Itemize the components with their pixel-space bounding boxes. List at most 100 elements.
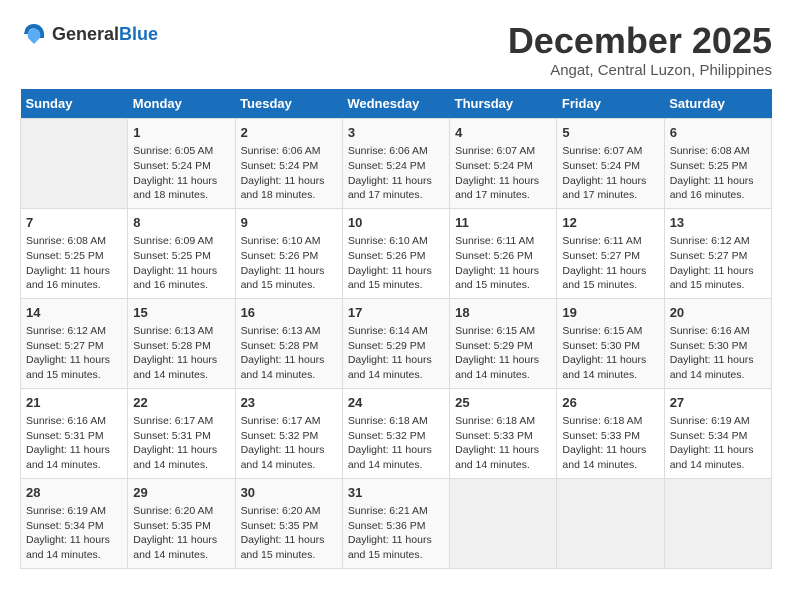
- calendar-cell: 31 Sunrise: 6:21 AMSunset: 5:36 PMDayligh…: [342, 478, 449, 568]
- calendar-cell: 26 Sunrise: 6:18 AMSunset: 5:33 PMDayligh…: [557, 388, 664, 478]
- day-info: Sunrise: 6:16 AMSunset: 5:31 PMDaylight:…: [26, 414, 122, 473]
- calendar-cell: 4Sunrise: 6:07 AMSunset: 5:24 PMDaylight…: [450, 119, 557, 209]
- calendar-cell: 7Sunrise: 6:08 AMSunset: 5:25 PMDaylight…: [21, 208, 128, 298]
- day-number: 13: [670, 214, 766, 232]
- day-info: Sunrise: 6:07 AMSunset: 5:24 PMDaylight:…: [562, 144, 658, 203]
- week-row-5: 28 Sunrise: 6:19 AMSunset: 5:34 PMDayligh…: [21, 478, 772, 568]
- day-info: Sunrise: 6:13 AMSunset: 5:28 PMDaylight:…: [241, 324, 337, 383]
- week-row-3: 14 Sunrise: 6:12 AMSunset: 5:27 PMDayligh…: [21, 298, 772, 388]
- day-info: Sunrise: 6:20 AMSunset: 5:35 PMDaylight:…: [133, 504, 229, 563]
- calendar-cell: 9 Sunrise: 6:10 AMSunset: 5:26 PMDaylight…: [235, 208, 342, 298]
- day-number: 10: [348, 214, 444, 232]
- day-info: Sunrise: 6:06 AMSunset: 5:24 PMDaylight:…: [348, 144, 444, 203]
- calendar-cell: 5 Sunrise: 6:07 AMSunset: 5:24 PMDaylight…: [557, 119, 664, 209]
- day-number: 14: [26, 304, 122, 322]
- day-info: Sunrise: 6:11 AMSunset: 5:26 PMDaylight:…: [455, 234, 551, 293]
- title-area: December 2025 Angat, Central Luzon, Phil…: [508, 20, 772, 79]
- day-number: 1: [133, 124, 229, 142]
- calendar-cell: 12Sunrise: 6:11 AMSunset: 5:27 PMDayligh…: [557, 208, 664, 298]
- day-info: Sunrise: 6:15 AMSunset: 5:30 PMDaylight:…: [562, 324, 658, 383]
- day-info: Sunrise: 6:08 AMSunset: 5:25 PMDaylight:…: [670, 144, 766, 203]
- day-info: Sunrise: 6:11 AMSunset: 5:27 PMDaylight:…: [562, 234, 658, 293]
- logo: GeneralBlue: [20, 20, 158, 48]
- day-info: Sunrise: 6:05 AMSunset: 5:24 PMDaylight:…: [133, 144, 229, 203]
- day-number: 17: [348, 304, 444, 322]
- day-number: 15: [133, 304, 229, 322]
- day-number: 21: [26, 394, 122, 412]
- day-number: 26: [562, 394, 658, 412]
- calendar-cell: 30Sunrise: 6:20 AMSunset: 5:35 PMDayligh…: [235, 478, 342, 568]
- calendar-cell: 3 Sunrise: 6:06 AMSunset: 5:24 PMDaylight…: [342, 119, 449, 209]
- calendar-cell: 22Sunrise: 6:17 AMSunset: 5:31 PMDayligh…: [128, 388, 235, 478]
- day-number: 8: [133, 214, 229, 232]
- calendar-cell: 17 Sunrise: 6:14 AMSunset: 5:29 PMDayligh…: [342, 298, 449, 388]
- calendar-cell: 13 Sunrise: 6:12 AMSunset: 5:27 PMDayligh…: [664, 208, 771, 298]
- calendar-cell: 14 Sunrise: 6:12 AMSunset: 5:27 PMDayligh…: [21, 298, 128, 388]
- calendar-cell: 11 Sunrise: 6:11 AMSunset: 5:26 PMDayligh…: [450, 208, 557, 298]
- day-info: Sunrise: 6:17 AMSunset: 5:32 PMDaylight:…: [241, 414, 337, 473]
- day-info: Sunrise: 6:12 AMSunset: 5:27 PMDaylight:…: [670, 234, 766, 293]
- day-number: 20: [670, 304, 766, 322]
- calendar-cell: 28 Sunrise: 6:19 AMSunset: 5:34 PMDayligh…: [21, 478, 128, 568]
- logo-general-text: General: [52, 24, 119, 44]
- day-number: 24: [348, 394, 444, 412]
- day-header-tuesday: Tuesday: [235, 89, 342, 119]
- day-number: 2: [241, 124, 337, 142]
- subtitle: Angat, Central Luzon, Philippines: [508, 62, 772, 79]
- day-info: Sunrise: 6:18 AMSunset: 5:33 PMDaylight:…: [562, 414, 658, 473]
- day-header-sunday: Sunday: [21, 89, 128, 119]
- calendar-cell: 6Sunrise: 6:08 AMSunset: 5:25 PMDaylight…: [664, 119, 771, 209]
- calendar-cell: 24Sunrise: 6:18 AMSunset: 5:32 PMDayligh…: [342, 388, 449, 478]
- day-info: Sunrise: 6:16 AMSunset: 5:30 PMDaylight:…: [670, 324, 766, 383]
- day-info: Sunrise: 6:10 AMSunset: 5:26 PMDaylight:…: [348, 234, 444, 293]
- day-header-thursday: Thursday: [450, 89, 557, 119]
- day-number: 28: [26, 484, 122, 502]
- main-title: December 2025: [508, 20, 772, 62]
- calendar-cell: 8 Sunrise: 6:09 AMSunset: 5:25 PMDaylight…: [128, 208, 235, 298]
- calendar-cell: [450, 478, 557, 568]
- calendar-cell: 16Sunrise: 6:13 AMSunset: 5:28 PMDayligh…: [235, 298, 342, 388]
- calendar-cell: 15 Sunrise: 6:13 AMSunset: 5:28 PMDayligh…: [128, 298, 235, 388]
- calendar-cell: 27 Sunrise: 6:19 AMSunset: 5:34 PMDayligh…: [664, 388, 771, 478]
- day-number: 3: [348, 124, 444, 142]
- day-info: Sunrise: 6:13 AMSunset: 5:28 PMDaylight:…: [133, 324, 229, 383]
- day-number: 31: [348, 484, 444, 502]
- day-info: Sunrise: 6:06 AMSunset: 5:24 PMDaylight:…: [241, 144, 337, 203]
- logo-icon: [20, 20, 48, 48]
- calendar-cell: [557, 478, 664, 568]
- day-info: Sunrise: 6:14 AMSunset: 5:29 PMDaylight:…: [348, 324, 444, 383]
- calendar-cell: 25Sunrise: 6:18 AMSunset: 5:33 PMDayligh…: [450, 388, 557, 478]
- day-number: 29: [133, 484, 229, 502]
- logo-blue-text: Blue: [119, 24, 158, 44]
- day-info: Sunrise: 6:08 AMSunset: 5:25 PMDaylight:…: [26, 234, 122, 293]
- week-row-4: 21 Sunrise: 6:16 AMSunset: 5:31 PMDayligh…: [21, 388, 772, 478]
- header-row: SundayMondayTuesdayWednesdayThursdayFrid…: [21, 89, 772, 119]
- calendar-cell: 21 Sunrise: 6:16 AMSunset: 5:31 PMDayligh…: [21, 388, 128, 478]
- day-number: 19: [562, 304, 658, 322]
- calendar-cell: 19 Sunrise: 6:15 AMSunset: 5:30 PMDayligh…: [557, 298, 664, 388]
- calendar-table: SundayMondayTuesdayWednesdayThursdayFrid…: [20, 89, 772, 569]
- day-number: 22: [133, 394, 229, 412]
- calendar-cell: 10 Sunrise: 6:10 AMSunset: 5:26 PMDayligh…: [342, 208, 449, 298]
- day-number: 25: [455, 394, 551, 412]
- day-number: 27: [670, 394, 766, 412]
- calendar-cell: 20 Sunrise: 6:16 AMSunset: 5:30 PMDayligh…: [664, 298, 771, 388]
- day-number: 11: [455, 214, 551, 232]
- day-header-monday: Monday: [128, 89, 235, 119]
- day-info: Sunrise: 6:19 AMSunset: 5:34 PMDaylight:…: [26, 504, 122, 563]
- day-number: 5: [562, 124, 658, 142]
- calendar-cell: 1 Sunrise: 6:05 AMSunset: 5:24 PMDaylight…: [128, 119, 235, 209]
- day-info: Sunrise: 6:12 AMSunset: 5:27 PMDaylight:…: [26, 324, 122, 383]
- day-number: 9: [241, 214, 337, 232]
- day-info: Sunrise: 6:19 AMSunset: 5:34 PMDaylight:…: [670, 414, 766, 473]
- day-info: Sunrise: 6:10 AMSunset: 5:26 PMDaylight:…: [241, 234, 337, 293]
- calendar-cell: 23 Sunrise: 6:17 AMSunset: 5:32 PMDayligh…: [235, 388, 342, 478]
- day-info: Sunrise: 6:20 AMSunset: 5:35 PMDaylight:…: [241, 504, 337, 563]
- calendar-cell: [21, 119, 128, 209]
- day-number: 23: [241, 394, 337, 412]
- calendar-cell: 18Sunrise: 6:15 AMSunset: 5:29 PMDayligh…: [450, 298, 557, 388]
- day-info: Sunrise: 6:09 AMSunset: 5:25 PMDaylight:…: [133, 234, 229, 293]
- day-info: Sunrise: 6:07 AMSunset: 5:24 PMDaylight:…: [455, 144, 551, 203]
- calendar-cell: 2 Sunrise: 6:06 AMSunset: 5:24 PMDaylight…: [235, 119, 342, 209]
- day-info: Sunrise: 6:21 AMSunset: 5:36 PMDaylight:…: [348, 504, 444, 563]
